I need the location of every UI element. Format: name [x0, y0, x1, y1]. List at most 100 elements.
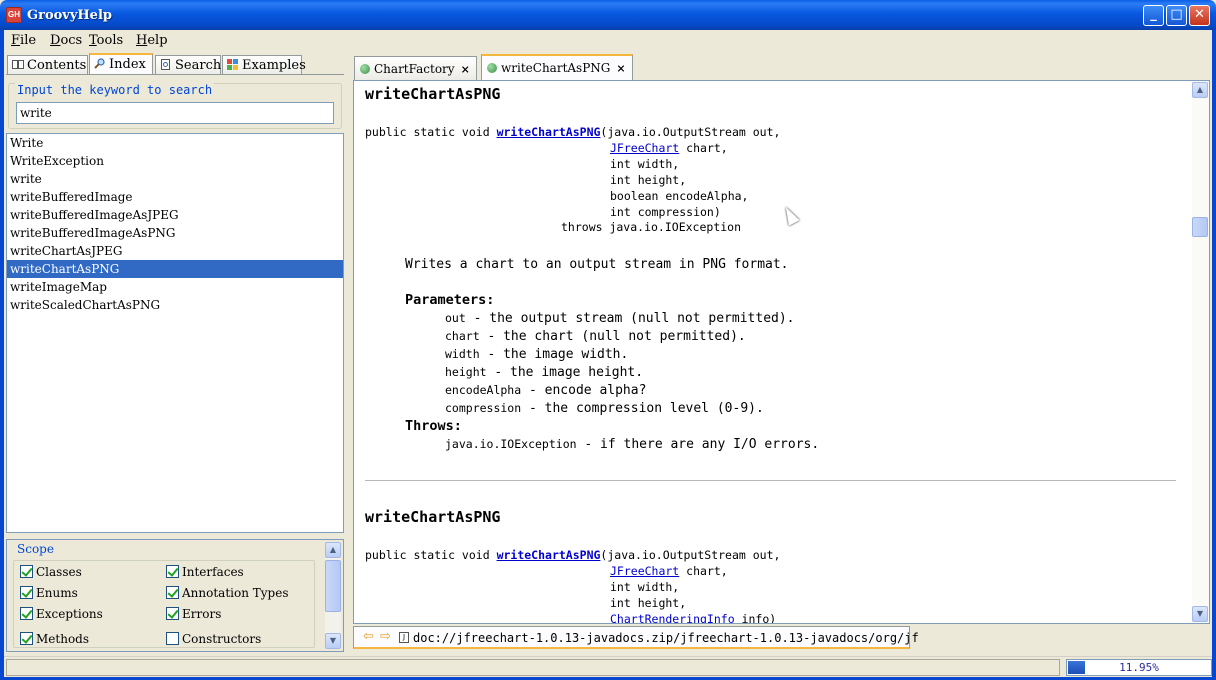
checkmark-icon[interactable] — [20, 565, 33, 578]
scroll-up-button[interactable]: ▲ — [325, 542, 341, 558]
close-tab-icon[interactable]: × — [616, 62, 625, 75]
scope-checkbox[interactable]: Methods — [20, 632, 89, 646]
parameter-item: width - the image width. — [445, 347, 628, 362]
close-window-button[interactable]: ✕ — [1189, 5, 1210, 26]
list-item[interactable]: writeImageMap — [7, 278, 343, 296]
scope-checkbox[interactable]: Classes — [20, 565, 82, 579]
back-arrow-icon[interactable]: ⇦ — [363, 629, 374, 644]
tab-index[interactable]: Index — [89, 53, 153, 75]
checkmark-icon[interactable] — [20, 607, 33, 620]
index-list[interactable]: Write WriteException write writeBufferedIma… — [6, 133, 344, 533]
parameter-item: height - the image height. — [445, 365, 643, 380]
menu-tools[interactable]: Tools — [89, 33, 123, 48]
signature-line-1: public static void writeChartAsPNG(java.… — [365, 124, 780, 140]
doc-scrollbar[interactable]: ▲ ▼ — [1192, 81, 1209, 623]
scope-checkbox[interactable]: Constructors — [166, 632, 261, 646]
scope-checkbox-label: Exceptions — [36, 607, 103, 621]
javadoc-viewer[interactable]: writeChartAsPNG public static void write… — [353, 80, 1210, 624]
scope-checkbox[interactable]: Errors — [166, 607, 221, 621]
parameter-description: - the chart (null not permitted). — [479, 329, 746, 344]
scope-checkbox[interactable]: Annotation Types — [166, 586, 288, 600]
signature-2-param-info: info) — [734, 612, 777, 624]
tab-search[interactable]: Search — [155, 55, 221, 75]
method-heading: writeChartAsPNG — [365, 85, 501, 103]
signature-prefix: public static void — [365, 125, 497, 139]
tab-writechartaspng-label: writeChartAsPNG — [501, 61, 611, 75]
list-item[interactable]: Write — [7, 134, 343, 152]
address-bar: ⇦ ⇨ J doc://jfreechart-1.0.13-javadocs.z… — [353, 626, 919, 649]
method-separator — [365, 480, 1176, 481]
scroll-thumb[interactable] — [1192, 217, 1208, 237]
scope-checkbox[interactable]: Enums — [20, 586, 78, 600]
throws-item: java.io.IOException - if there are any I… — [445, 437, 819, 452]
scope-checkbox[interactable]: Interfaces — [166, 565, 244, 579]
list-item[interactable]: WriteException — [7, 152, 343, 170]
scroll-up-button[interactable]: ▲ — [1192, 82, 1208, 98]
signature-2-line-5: ChartRenderingInfo info) — [610, 611, 777, 624]
minimize-button[interactable]: _ — [1143, 5, 1164, 26]
parameter-name: width — [445, 347, 480, 361]
scroll-down-button[interactable]: ▼ — [325, 633, 341, 649]
checkmark-icon[interactable] — [166, 565, 179, 578]
parameter-item: out - the output stream (null not permit… — [445, 311, 795, 326]
checkmark-icon[interactable] — [166, 586, 179, 599]
tab-contents[interactable]: Contents — [7, 55, 88, 75]
close-tab-icon[interactable]: × — [461, 63, 470, 76]
scroll-down-button[interactable]: ▼ — [1192, 606, 1208, 622]
signature-2-line-1: public static void writeChartAsPNG(java.… — [365, 547, 780, 563]
scope-title: Scope — [17, 542, 54, 556]
checkmark-icon[interactable] — [20, 632, 33, 645]
tab-examples-label: Examples — [242, 58, 306, 73]
method-name-link[interactable]: writeChartAsPNG — [497, 125, 601, 139]
checkbox-empty-icon[interactable] — [166, 632, 179, 645]
tab-strip-divider — [6, 74, 344, 75]
tab-chartfactory[interactable]: ChartFactory × — [354, 56, 477, 80]
maximize-button[interactable]: □ — [1166, 5, 1187, 26]
window-frame-right — [1212, 30, 1216, 680]
puzzle-icon — [227, 59, 239, 70]
list-item[interactable]: writeBufferedImage — [7, 188, 343, 206]
checkmark-icon[interactable] — [166, 607, 179, 620]
signature-param-height: int height, — [610, 173, 687, 187]
forward-arrow-icon[interactable]: ⇨ — [380, 629, 391, 644]
parameter-item: chart - the chart (null not permitted). — [445, 329, 746, 344]
jfreechart-link[interactable]: JFreeChart — [610, 141, 679, 155]
list-item[interactable]: writeBufferedImageAsPNG — [7, 224, 343, 242]
keyword-search-input[interactable] — [16, 102, 334, 124]
menu-file[interactable]: File — [11, 33, 36, 48]
method-name-link-2[interactable]: writeChartAsPNG — [497, 548, 601, 562]
tab-examples[interactable]: Examples — [222, 55, 306, 75]
document-url[interactable]: doc://jfreechart-1.0.13-javadocs.zip/jfr… — [413, 631, 919, 645]
scope-checkbox-label: Constructors — [182, 632, 262, 646]
scroll-thumb[interactable] — [325, 560, 341, 612]
magnifier-icon — [94, 58, 106, 69]
parameter-name: compression — [445, 401, 522, 415]
chartrenderinginfo-link[interactable]: ChartRenderingInfo — [610, 612, 735, 623]
document-pane: ChartFactory × writeChartAsPNG × writeChar… — [351, 53, 1212, 655]
list-item[interactable]: writeChartAsJPEG — [7, 242, 343, 260]
throws-exception-text: - if there are any I/O errors. — [576, 437, 820, 452]
tab-search-label: Search — [175, 58, 222, 73]
menu-docs[interactable]: Docs — [50, 33, 82, 48]
menu-help[interactable]: Help — [136, 33, 168, 48]
list-item[interactable]: writeChartAsPNG — [7, 260, 343, 278]
scope-checkbox-label: Classes — [36, 565, 82, 579]
app-logo-icon: GH — [6, 7, 22, 23]
scope-checkbox-label: Enums — [36, 586, 78, 600]
scope-scrollbar[interactable]: ▲ ▼ — [325, 542, 341, 649]
signature-2-prefix: public static void — [365, 548, 497, 562]
tab-writechartaspng[interactable]: writeChartAsPNG × — [481, 54, 633, 80]
checkmark-icon[interactable] — [20, 586, 33, 599]
class-icon — [360, 64, 370, 74]
title-bar[interactable]: GH GroovyHelp _ □ ✕ — [0, 0, 1216, 30]
list-item[interactable]: writeScaledChartAsPNG — [7, 296, 343, 314]
list-item[interactable]: writeBufferedImageAsJPEG — [7, 206, 343, 224]
book-icon — [12, 59, 24, 70]
signature-param-encodealpha: boolean encodeAlpha, — [610, 189, 749, 203]
scope-checkbox[interactable]: Exceptions — [20, 607, 103, 621]
list-item[interactable]: write — [7, 170, 343, 188]
jfreechart-link-2[interactable]: JFreeChart — [610, 564, 679, 578]
signature-2-param-height: int height, — [610, 596, 687, 610]
window-title: GroovyHelp — [27, 8, 112, 23]
tab-chartfactory-label: ChartFactory — [374, 62, 455, 76]
